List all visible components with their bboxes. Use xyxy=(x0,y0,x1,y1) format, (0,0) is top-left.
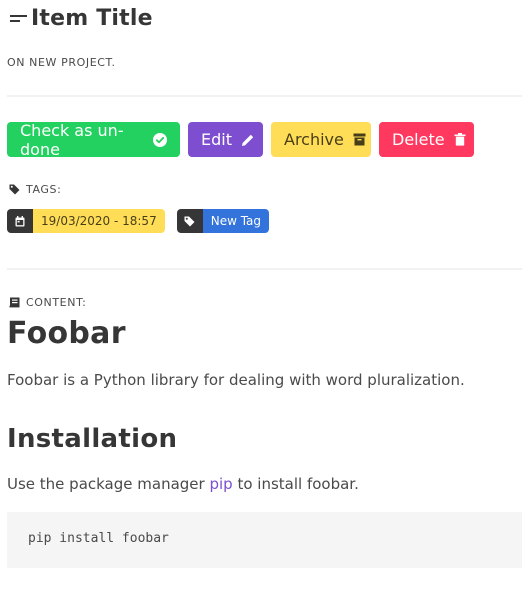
install-command: pip install foobar xyxy=(28,531,169,546)
trash-icon xyxy=(454,133,466,146)
content-section-label: CONTENT: xyxy=(9,296,86,309)
calendar-icon xyxy=(7,209,33,233)
content-description: Foobar is a Python library for dealing w… xyxy=(7,371,465,389)
pip-link[interactable]: pip xyxy=(209,475,232,493)
pencil-icon xyxy=(241,133,255,147)
installation-text: Use the package manager pip to install f… xyxy=(7,475,359,493)
item-subtitle: ON NEW PROJECT. xyxy=(7,56,116,69)
bars-icon xyxy=(10,11,28,25)
divider xyxy=(7,268,522,270)
archive-label: Archive xyxy=(284,130,344,149)
archive-icon xyxy=(353,133,366,146)
divider xyxy=(7,95,522,97)
date-tag: 19/03/2020 - 18:57 xyxy=(7,209,165,233)
content-heading: Foobar xyxy=(7,316,126,351)
delete-label: Delete xyxy=(392,130,445,149)
installation-heading: Installation xyxy=(7,424,178,454)
check-undone-label: Check as un-done xyxy=(20,120,124,159)
installation-text-before: Use the package manager xyxy=(7,475,210,493)
item-title: Item Title xyxy=(31,5,153,31)
tag-new-tag[interactable]: New Tag xyxy=(176,209,270,233)
archive-button[interactable]: Archive xyxy=(271,122,371,157)
item-header: Item Title xyxy=(10,4,153,32)
content-label-text: CONTENT: xyxy=(26,296,87,309)
code-block: pip install foobar xyxy=(7,512,522,568)
date-tag-label: 19/03/2020 - 18:57 xyxy=(33,209,165,233)
installation-text-after: to install foobar. xyxy=(232,475,359,493)
book-icon xyxy=(9,297,20,308)
edit-label: Edit xyxy=(201,130,232,149)
tags-label-text: TAGS: xyxy=(26,183,62,196)
action-buttons: Check as un-done Edit Archive Delete xyxy=(7,120,474,159)
check-undone-button[interactable]: Check as un-done xyxy=(7,120,180,159)
tag-icon xyxy=(176,209,203,233)
check-circle-icon xyxy=(153,132,167,147)
tags-list: 19/03/2020 - 18:57 New Tag xyxy=(7,209,270,233)
tag-label: New Tag xyxy=(202,209,270,233)
tag-icon xyxy=(9,184,20,195)
edit-button[interactable]: Edit xyxy=(188,122,263,157)
tags-section-label: TAGS: xyxy=(9,183,61,196)
delete-button[interactable]: Delete xyxy=(379,122,474,157)
